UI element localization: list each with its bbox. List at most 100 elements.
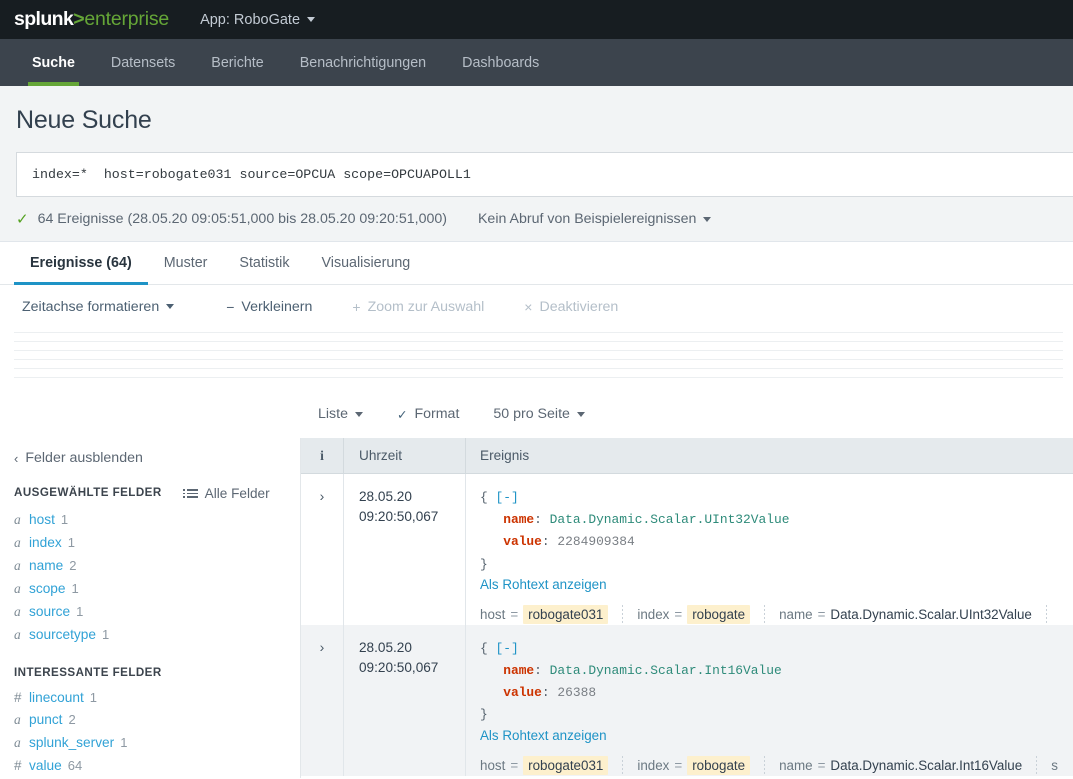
show-as-raw-text-link[interactable]: Als Rohtext anzeigen <box>480 728 607 743</box>
selected-fields-list: a host 1 a index 1 a name 2 a scope 1 a … <box>14 508 300 646</box>
event-field-list: host = robogate031 index = robogate name = Dat… <box>480 755 1073 776</box>
tab-statistik[interactable]: Statistik <box>223 242 305 284</box>
chevron-down-icon <box>307 17 316 22</box>
field-count: 2 <box>68 711 76 727</box>
nav-item-suche[interactable]: Suche <box>14 39 93 86</box>
column-header-event[interactable]: Ereignis <box>466 438 1073 473</box>
field-type-icon: a <box>14 580 21 596</box>
row-expand-toggle[interactable]: › <box>301 624 344 776</box>
field-name: linecount <box>29 689 84 705</box>
field-item-punct[interactable]: a punct 2 <box>14 708 300 731</box>
event-timestamp[interactable]: 28.05.20 09:20:50,067 <box>344 474 466 625</box>
field-name: index <box>29 534 62 550</box>
field-count: 2 <box>69 557 77 573</box>
deselect-button[interactable]: × Deaktivieren <box>524 299 618 315</box>
field-item-name[interactable]: a name 2 <box>14 554 300 577</box>
format-timeline-label: Zeitachse formatieren <box>22 298 160 315</box>
selected-fields-header-row: AUSGEWÄHLTE FELDER Alle Felder <box>14 486 300 501</box>
format-button[interactable]: ✓ Format <box>397 406 459 422</box>
event-timestamp[interactable]: 28.05.20 09:20:50,067 <box>344 624 466 776</box>
content-area: ‹ Felder ausblenden AUSGEWÄHLTE FELDER A… <box>0 438 1073 778</box>
zoom-out-button[interactable]: − Verkleinern <box>226 299 312 315</box>
format-timeline-button[interactable]: Zeitachse formatieren <box>22 298 175 315</box>
chevron-down-icon <box>703 216 712 222</box>
field-count: 1 <box>76 603 84 619</box>
tab-visualisierung[interactable]: Visualisierung <box>305 242 426 284</box>
close-icon: × <box>524 298 533 315</box>
nav-item-dashboards[interactable]: Dashboards <box>444 39 557 86</box>
column-header-time[interactable]: Uhrzeit <box>344 438 466 473</box>
json-value[interactable]: Data.Dynamic.Scalar.Int16Value <box>550 663 782 678</box>
hide-fields-button[interactable]: ‹ Felder ausblenden <box>14 450 300 466</box>
list-view-selector[interactable]: Liste <box>318 406 363 422</box>
field-type-icon: # <box>14 757 22 773</box>
event-field-name: name <box>779 607 813 623</box>
field-type-icon: a <box>14 734 21 750</box>
sample-events-label: Kein Abruf von Beispielereignissen <box>477 211 697 227</box>
nav-label: Dashboards <box>462 54 540 71</box>
event-field-value: robogate031 <box>523 605 609 625</box>
event-field-name: host <box>480 607 506 623</box>
nav-item-berichte[interactable]: Berichte <box>193 39 281 86</box>
row-expand-toggle[interactable]: › <box>301 474 344 625</box>
selected-fields-heading: AUSGEWÄHLTE FELDER <box>14 486 162 499</box>
field-item-host[interactable]: a host 1 <box>14 508 300 531</box>
json-value[interactable]: Data.Dynamic.Scalar.UInt32Value <box>550 512 790 527</box>
field-separator <box>764 755 766 776</box>
field-item-index[interactable]: a index 1 <box>14 531 300 554</box>
app-selector-menu[interactable]: App: RoboGate <box>200 12 316 28</box>
field-name: value <box>29 757 62 773</box>
field-separator <box>622 755 624 776</box>
nav-item-datensets[interactable]: Datensets <box>93 39 193 86</box>
show-as-raw-text-link[interactable]: Als Rohtext anzeigen <box>480 577 607 592</box>
field-item-scope[interactable]: a scope 1 <box>14 577 300 600</box>
event-field-value: robogate031 <box>523 756 609 775</box>
chevron-down-icon <box>576 411 585 417</box>
zoom-to-selection-button[interactable]: + Zoom zur Auswahl <box>352 299 484 315</box>
json-key[interactable]: value <box>503 685 542 700</box>
event-field-truncated[interactable]: s <box>1051 758 1058 773</box>
timeline-gridline <box>14 350 1063 351</box>
event-field-value: Data.Dynamic.Scalar.Int16Value <box>830 758 1023 773</box>
json-collapse-toggle[interactable]: [-] <box>496 641 519 656</box>
interesting-fields-heading: INTERESSANTE FELDER <box>14 666 162 679</box>
per-page-selector[interactable]: 50 pro Seite <box>493 406 585 422</box>
all-fields-button[interactable]: Alle Felder <box>183 486 270 501</box>
format-label: Format <box>414 406 460 422</box>
check-icon: ✓ <box>16 210 29 228</box>
tab-muster[interactable]: Muster <box>148 242 224 284</box>
interesting-fields-list: # linecount 1 a punct 2 a splunk_server … <box>14 686 300 776</box>
event-field-index[interactable]: index = robogate <box>637 756 751 775</box>
event-field-name[interactable]: name = Data.Dynamic.Scalar.UInt32Value <box>779 607 1032 622</box>
search-input[interactable]: index=* host=robogate031 source=OPCUA sc… <box>16 152 1073 197</box>
timeline-chart[interactable] <box>0 328 1073 390</box>
field-name: punct <box>29 711 63 727</box>
field-item-value[interactable]: # value 64 <box>14 754 300 776</box>
chevron-down-icon <box>354 411 363 417</box>
event-field-name[interactable]: name = Data.Dynamic.Scalar.Int16Value <box>779 758 1022 773</box>
tab-ereignisse[interactable]: Ereignisse (64) <box>14 242 148 285</box>
event-field-host[interactable]: host = robogate031 <box>480 605 609 625</box>
page-title: Neue Suche <box>16 106 152 134</box>
splunk-logo[interactable]: splunk > enterprise <box>14 8 169 31</box>
field-item-splunk-server[interactable]: a splunk_server 1 <box>14 731 300 754</box>
event-field-host[interactable]: host = robogate031 <box>480 756 609 775</box>
event-field-index[interactable]: index = robogate <box>637 605 751 625</box>
json-key[interactable]: name <box>503 663 534 678</box>
field-name: sourcetype <box>29 626 96 642</box>
field-item-linecount[interactable]: # linecount 1 <box>14 686 300 708</box>
hide-fields-label: Felder ausblenden <box>25 450 143 466</box>
sample-events-menu[interactable]: Kein Abruf von Beispielereignissen <box>477 211 712 227</box>
equals-sign: = <box>510 758 519 773</box>
field-item-source[interactable]: a source 1 <box>14 600 300 623</box>
json-close-brace: } <box>480 707 488 723</box>
field-count: 1 <box>120 734 128 750</box>
json-key[interactable]: name <box>503 512 534 527</box>
json-value[interactable]: 26388 <box>557 685 596 700</box>
json-key[interactable]: value <box>503 534 542 549</box>
nav-item-benachrichtigungen[interactable]: Benachrichtigungen <box>282 39 444 86</box>
event-json: { [-] name: Data.Dynamic.Scalar.Int16Val… <box>480 640 782 723</box>
json-collapse-toggle[interactable]: [-] <box>496 490 519 505</box>
json-value[interactable]: 2284909384 <box>557 534 634 549</box>
field-item-sourcetype[interactable]: a sourcetype 1 <box>14 623 300 646</box>
